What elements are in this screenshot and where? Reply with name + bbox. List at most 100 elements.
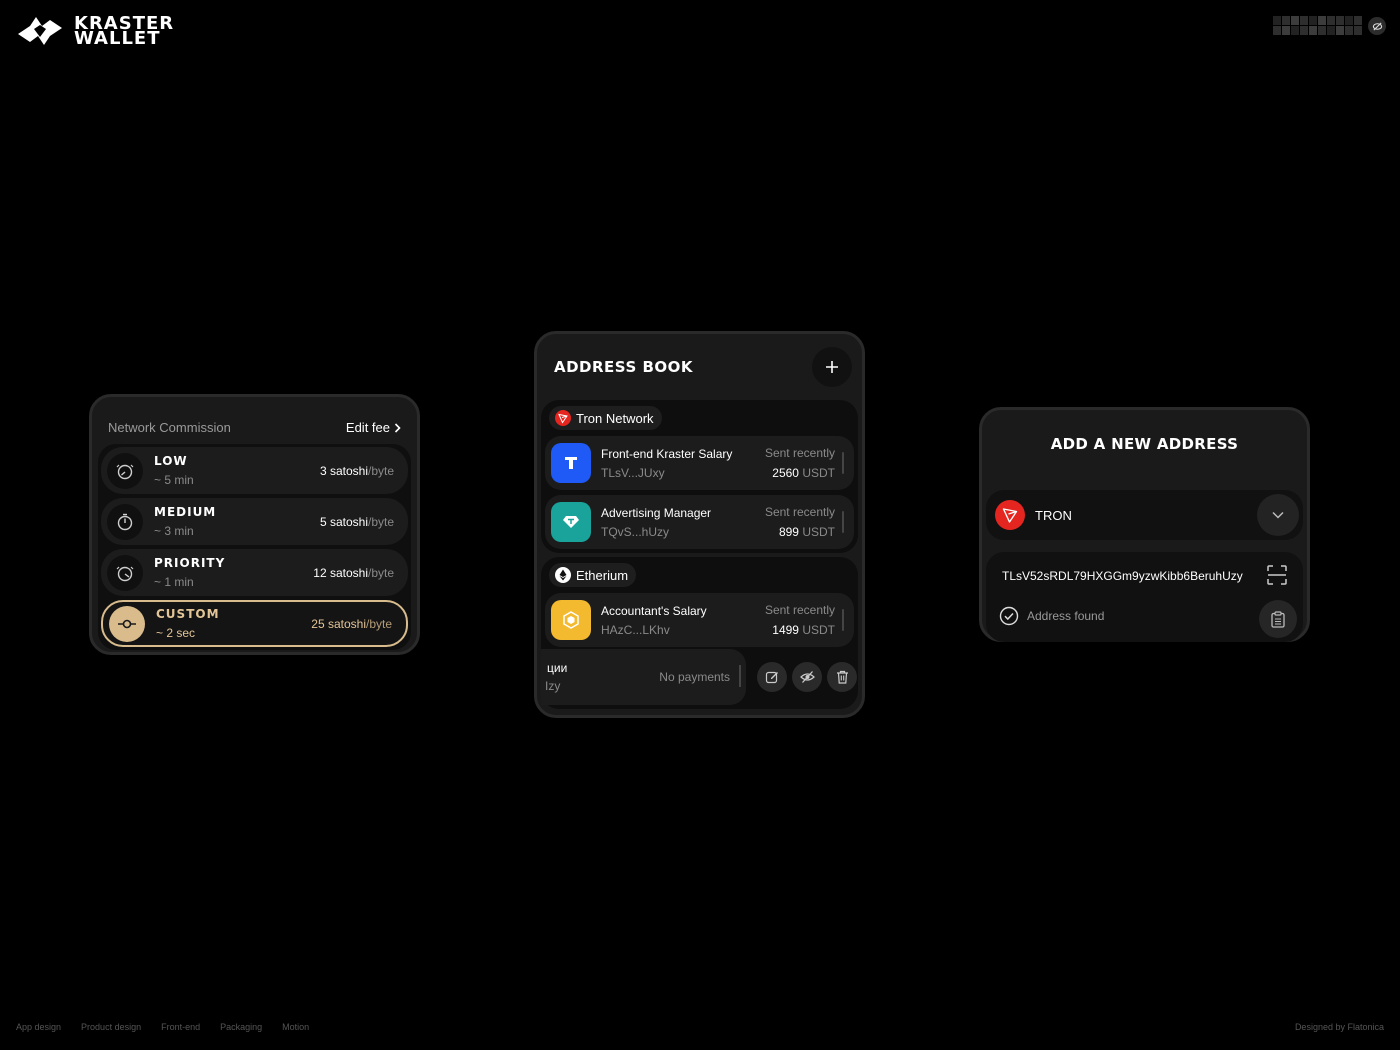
swiped-item-name: ции <box>547 661 568 675</box>
edit-icon <box>765 671 778 684</box>
edit-button[interactable] <box>757 662 787 692</box>
network-chip-tron: Tron Network <box>549 406 662 430</box>
swiped-item-card[interactable]: ции Izy No payments <box>541 649 746 705</box>
hidden-eye-badge-icon[interactable] <box>1368 17 1386 35</box>
edit-fee-link[interactable]: Edit fee <box>346 420 401 435</box>
payment-status: Sent recently <box>764 505 835 519</box>
brand[interactable]: KRASTER WALLET <box>16 14 174 48</box>
address-input-field[interactable]: TLsV52sRDL79HXGGm9yzwKibb6BeruhUzy Addre… <box>986 552 1303 642</box>
fee-option-time: ~ 1 min <box>154 575 194 589</box>
swiped-item-address: Izy <box>545 679 561 693</box>
fee-option-custom[interactable]: CUSTOM ~ 2 sec 25 satoshi/byte <box>101 600 408 647</box>
payment-amount: 1499 USDT <box>772 623 835 637</box>
scan-qr-icon[interactable] <box>1267 565 1287 585</box>
network-commission-header: Network Commission Edit fee <box>98 403 411 441</box>
add-address-card: ADD A NEW ADDRESS TRON TLsV52sRDL79HXGGm… <box>979 407 1310 642</box>
trash-icon <box>836 670 848 684</box>
brand-wordmark: KRASTER WALLET <box>74 15 174 49</box>
footer-credit[interactable]: Designed by Flatonica <box>1295 1022 1384 1032</box>
chevron-down-icon <box>1272 511 1284 519</box>
chevron-right-icon <box>394 422 401 433</box>
contact-name: Advertising Manager <box>601 505 712 520</box>
eye-off-icon <box>799 671 815 683</box>
swiped-address-item[interactable]: ции Izy No payments <box>541 649 857 705</box>
toncoin-t-icon <box>565 457 577 469</box>
contact-name: Accountant's Salary <box>601 603 707 618</box>
add-address-title: ADD A NEW ADDRESS <box>1050 435 1239 453</box>
address-status-label: Address found <box>1027 609 1105 623</box>
fee-option-medium[interactable]: MEDIUM ~ 3 min 5 satoshi/byte <box>101 498 408 545</box>
fee-option-name: LOW <box>154 454 188 468</box>
clipboard-icon <box>1271 610 1285 628</box>
tether-diamond-icon <box>563 516 579 528</box>
speed-high-icon <box>107 554 143 591</box>
payment-status: Sent recently <box>764 603 835 617</box>
contact-payment: Sent recently 1499 USDT <box>764 603 845 637</box>
hide-button[interactable] <box>792 662 822 692</box>
fee-option-amount: 5 satoshi/byte <box>319 514 394 529</box>
speed-medium-icon <box>107 503 143 540</box>
payment-amount: 2560 USDT <box>772 466 835 480</box>
contact-address: TQvS...hUzy <box>601 524 670 539</box>
address-item[interactable]: Front-end Kraster Salary TLsV...JUxy Sen… <box>545 436 854 490</box>
payment-status: Sent recently <box>764 446 835 460</box>
kraster-logo-icon <box>18 17 62 45</box>
network-dropdown-button[interactable] <box>1257 494 1299 536</box>
footer-nav: App design Product design Front-end Pack… <box>16 1022 309 1032</box>
contact-payment: Sent recently 2560 USDT <box>764 446 845 480</box>
tron-icon <box>555 410 571 426</box>
address-group-etherium: Etherium Accountant's Salary HAzC...LKhv… <box>541 557 858 709</box>
fee-option-amount: 12 satoshi/byte <box>313 565 394 580</box>
ethereum-icon <box>555 567 571 583</box>
contact-address: TLsV...JUxy <box>601 465 665 480</box>
address-status: Address found <box>999 606 1104 626</box>
footer-link[interactable]: Packaging <box>220 1022 262 1032</box>
network-select-value: TRON <box>1035 507 1072 523</box>
check-circle-icon <box>999 606 1019 626</box>
footer-link[interactable]: App design <box>16 1022 61 1032</box>
address-input-value[interactable]: TLsV52sRDL79HXGGm9yzwKibb6BeruhUzy <box>1002 569 1243 583</box>
fee-option-amount: 25 satoshi/byte <box>311 616 392 631</box>
network-select[interactable]: TRON <box>986 490 1303 540</box>
fee-option-name: CUSTOM <box>156 607 220 621</box>
address-item[interactable]: Advertising Manager TQvS...hUzy Sent rec… <box>545 495 854 549</box>
footer-link[interactable]: Product design <box>81 1022 141 1032</box>
fee-option-amount: 3 satoshi/byte <box>319 463 394 478</box>
paste-button[interactable] <box>1259 600 1297 638</box>
delete-button[interactable] <box>827 662 857 692</box>
address-book-header: ADDRESS BOOK <box>541 338 858 396</box>
swiped-item-status: No payments <box>659 670 730 684</box>
footer-link[interactable]: Motion <box>282 1022 309 1032</box>
contact-logo <box>551 502 591 542</box>
add-address-button[interactable] <box>812 347 852 387</box>
address-book-card: ADDRESS BOOK Tron Network Front-end Kras… <box>534 331 865 718</box>
brand-line-2: WALLET <box>74 28 161 49</box>
fee-option-priority[interactable]: PRIORITY ~ 1 min 12 satoshi/byte <box>101 549 408 596</box>
fee-option-low[interactable]: LOW ~ 5 min 3 satoshi/byte <box>101 447 408 494</box>
network-chip-etherium: Etherium <box>549 563 637 587</box>
contact-logo <box>551 600 591 640</box>
edit-fee-label: Edit fee <box>345 420 390 435</box>
fee-option-time: ~ 2 sec <box>156 626 196 640</box>
contact-name: Front-end Kraster Salary <box>601 446 733 461</box>
plus-icon <box>826 361 838 373</box>
fee-option-name: PRIORITY <box>154 556 226 570</box>
fee-option-time: ~ 3 min <box>154 524 194 538</box>
address-group-tron: Tron Network Front-end Kraster Salary TL… <box>541 400 858 553</box>
tron-icon <box>995 500 1025 530</box>
custom-slider-icon <box>109 605 145 642</box>
fee-option-time: ~ 5 min <box>154 473 194 487</box>
network-chip-label: Tron Network <box>576 410 654 426</box>
contact-address: HAzC...LKhv <box>601 622 670 637</box>
network-commission-card: Network Commission Edit fee LOW ~ 5 min … <box>89 394 420 655</box>
address-book-title: ADDRESS BOOK <box>554 358 694 376</box>
network-chip-label: Etherium <box>576 567 629 583</box>
fee-option-name: MEDIUM <box>154 505 217 519</box>
payment-amount: 899 USDT <box>778 525 835 539</box>
fee-options-list: LOW ~ 5 min 3 satoshi/byte MEDIUM ~ 3 mi… <box>98 444 411 650</box>
pixel-pattern <box>1273 16 1362 35</box>
speed-low-icon <box>107 452 143 489</box>
binance-cube-icon <box>563 611 579 629</box>
footer-link[interactable]: Front-end <box>161 1022 200 1032</box>
address-item[interactable]: Accountant's Salary HAzC...LKhv Sent rec… <box>545 593 854 647</box>
